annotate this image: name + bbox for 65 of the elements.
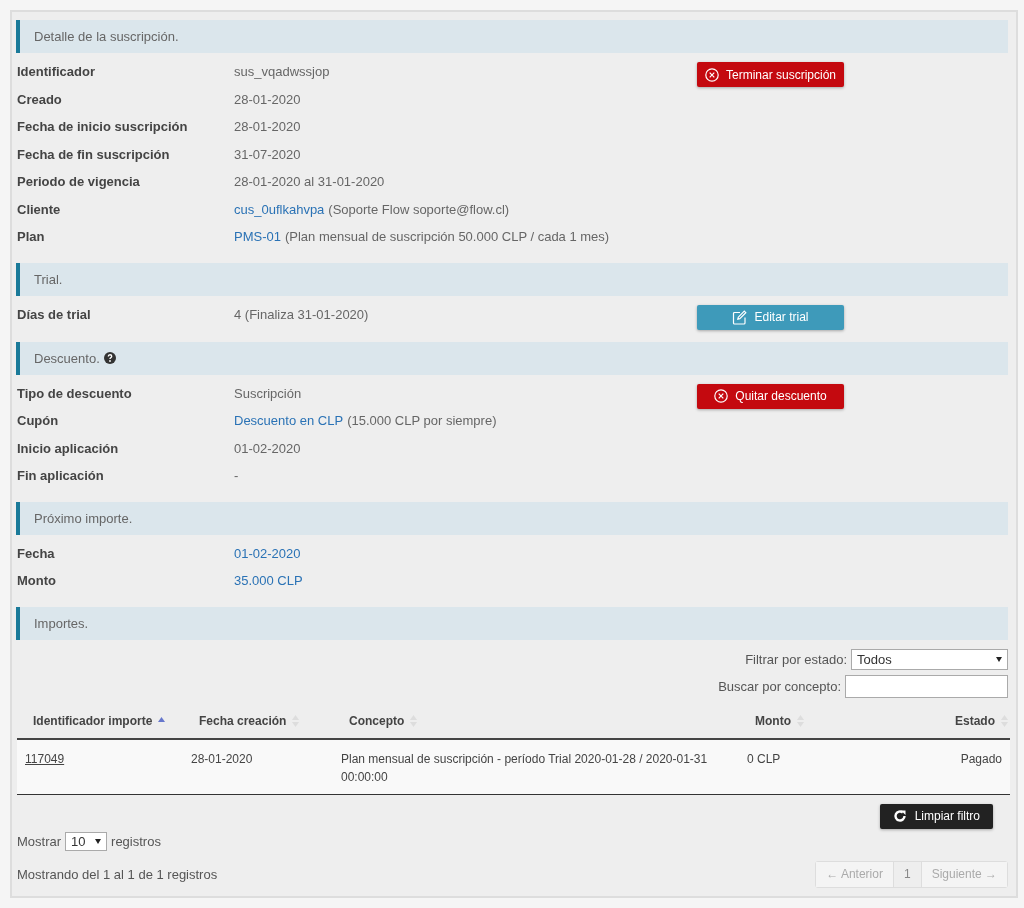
- close-icon: [714, 389, 729, 403]
- field-value: 31-07-2020: [234, 146, 301, 162]
- field-label: Fecha de fin suscripción: [17, 146, 171, 162]
- column-header[interactable]: Monto: [739, 703, 869, 739]
- help-icon[interactable]: [103, 352, 116, 364]
- field-label: Creado: [17, 91, 63, 107]
- field-value: Suscripción: [234, 385, 302, 401]
- field-value: (15.000 CLP por siempre): [347, 413, 497, 429]
- edit-icon: [732, 309, 748, 325]
- table-cell: Pagado: [960, 751, 1002, 766]
- action-button[interactable]: Quitar descuento: [697, 383, 844, 409]
- field-label: Tipo de descuento: [17, 385, 133, 401]
- table-cell: Plan mensual de suscripción - período Trial 2020-01-28 / 2020-01-31 00:00:00: [341, 751, 708, 784]
- section-title: Importes.: [34, 615, 89, 631]
- value-link[interactable]: 35.000 CLP: [234, 573, 303, 589]
- close-icon: [704, 67, 719, 82]
- value-link[interactable]: cus_0uflkahvpa: [234, 201, 325, 217]
- page-size-dropdown[interactable]: 10: [65, 831, 108, 851]
- field-value: sus_vqadwssjop: [234, 64, 330, 80]
- show-suffix: registros: [111, 833, 161, 849]
- filter-label: Filtrar por estado:: [745, 651, 847, 667]
- field-value: 01-02-2020: [234, 440, 301, 456]
- invoice-link[interactable]: 117049: [25, 751, 65, 766]
- section-title: Próximo importe.: [34, 510, 133, 526]
- field-label: Identificador: [17, 64, 96, 80]
- field-label: Días de trial: [17, 306, 92, 322]
- field-value: -: [234, 468, 239, 484]
- field-label: Cliente: [17, 201, 62, 217]
- field-label: Periodo de vigencia: [17, 174, 141, 190]
- field-value: (Plan mensual de suscripción 50.000 CLP / cada 1 mes): [284, 229, 610, 245]
- section-title: Detalle de la suscripción.: [34, 29, 179, 44]
- column-header[interactable]: Identificador importe: [17, 703, 183, 739]
- caret-icon: [95, 838, 102, 844]
- table-cell: 0 CLP: [747, 751, 781, 766]
- action-button[interactable]: Terminar suscripción: [697, 62, 844, 87]
- field-value: 28-01-2020 al 31-01-2020: [234, 174, 385, 190]
- field-value: (Soporte Flow soporte@flow.cl): [328, 201, 510, 217]
- value-link[interactable]: PMS-01: [234, 229, 281, 245]
- search-field[interactable]: [845, 674, 1008, 698]
- field-label: Inicio aplicación: [17, 440, 120, 456]
- section-title: Trial.: [34, 271, 63, 287]
- records-info: Mostrando del 1 al 1 de 1 registros: [17, 866, 218, 882]
- status-dropdown[interactable]: Todos: [851, 648, 1008, 670]
- field-value: 4 (Finaliza 31-01-2020): [234, 306, 369, 322]
- field-value: 28-01-2020: [234, 119, 301, 135]
- column-header[interactable]: Fecha creación: [183, 703, 333, 739]
- show-label: Mostrar: [17, 833, 62, 849]
- field-label: Fecha de inicio suscripción: [17, 119, 189, 135]
- value-link[interactable]: 01-02-2020: [234, 545, 301, 561]
- field-label: Cupón: [17, 413, 60, 429]
- column-header[interactable]: Concepto: [333, 703, 739, 739]
- table-cell: 28-01-2020: [191, 751, 253, 766]
- field-label: Fin aplicación: [17, 468, 105, 484]
- search-label: Buscar por concepto:: [718, 678, 841, 694]
- value-link[interactable]: Descuento en CLP: [234, 413, 344, 429]
- action-button[interactable]: Editar trial: [697, 304, 844, 330]
- clear-filter-button[interactable]: Limpiar filtro: [879, 803, 993, 829]
- field-label: Plan: [17, 229, 46, 245]
- column-header[interactable]: Estado: [868, 703, 1010, 739]
- refresh-icon: [892, 809, 907, 823]
- caret-icon: [996, 656, 1002, 662]
- field-label: Monto: [17, 573, 57, 589]
- section-title: Descuento.: [34, 350, 100, 366]
- field-value: 28-01-2020: [234, 91, 301, 107]
- field-label: Fecha: [17, 545, 56, 561]
